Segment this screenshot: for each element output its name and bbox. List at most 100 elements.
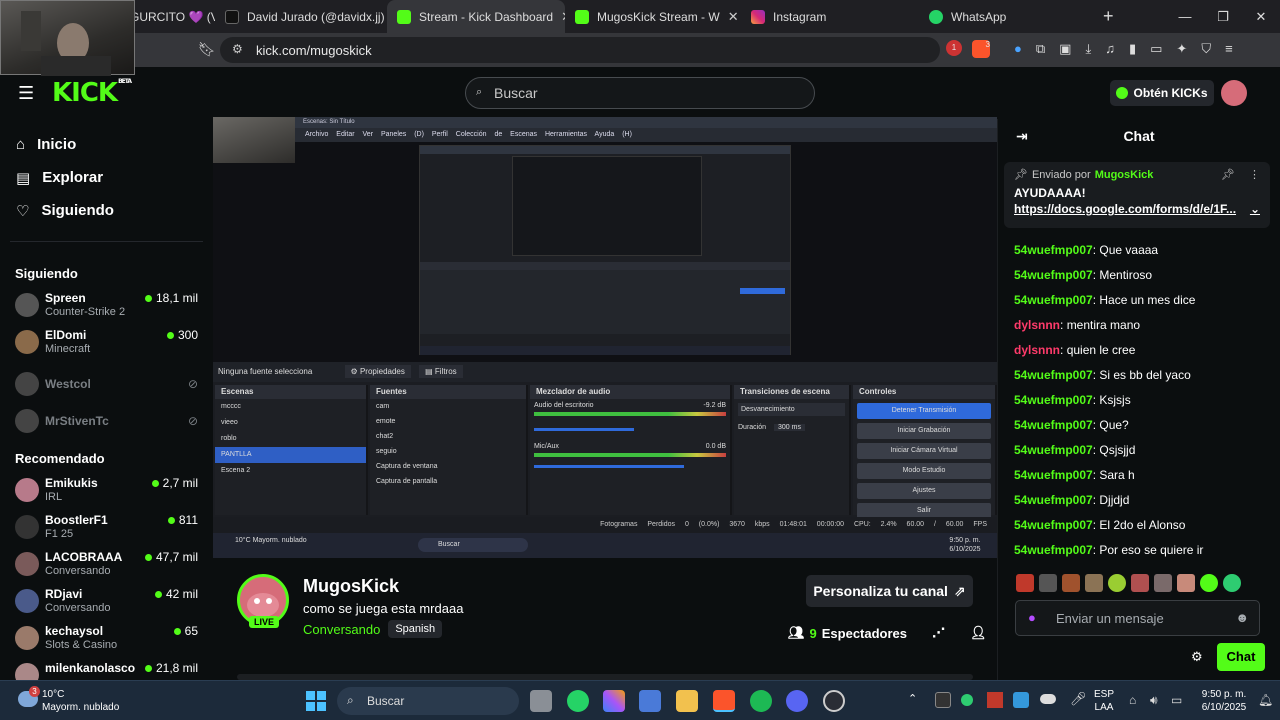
task-view-icon[interactable] xyxy=(530,690,552,712)
category-link[interactable]: Conversando xyxy=(303,622,380,637)
sidebar-channel-mrstiventc[interactable]: MrStivenTc ⊘ xyxy=(0,402,213,439)
discord-icon[interactable] xyxy=(786,690,808,712)
whatsapp-icon[interactable] xyxy=(567,690,589,712)
spotify-icon[interactable] xyxy=(750,690,772,712)
vpn-icon[interactable]: ● xyxy=(1014,41,1022,57)
emote-icon[interactable] xyxy=(1154,574,1172,592)
language-indicator[interactable]: ESP LAA xyxy=(1094,688,1114,714)
brave-browser-icon[interactable] xyxy=(713,690,735,712)
minimize-icon[interactable]: — xyxy=(1166,0,1204,33)
follow-user-icon[interactable]: 👤︎ xyxy=(970,625,987,641)
maximize-icon[interactable]: ❐ xyxy=(1204,0,1242,33)
chat-username[interactable]: dylsnnn xyxy=(1014,318,1060,332)
kick-logo[interactable]: KICKBETA xyxy=(52,78,132,108)
tab-whatsapp[interactable]: WhatsApp xyxy=(919,0,1097,33)
hamburger-menu-icon[interactable]: ☰ xyxy=(18,83,34,104)
chat-username[interactable]: 54wuefmp007 xyxy=(1014,493,1093,507)
emote-icon[interactable] xyxy=(1039,574,1057,592)
unpin-icon[interactable]: 📌︎ xyxy=(1221,168,1235,181)
onedrive-icon[interactable] xyxy=(1040,694,1056,704)
chat-username[interactable]: 54wuefmp007 xyxy=(1014,243,1093,257)
wifi-icon[interactable]: ⌂ xyxy=(1129,693,1136,707)
sidebar-channel-spreen[interactable]: Spreen Counter-Strike 2 18,1 mil xyxy=(0,291,213,328)
taskbar-search[interactable]: ⌕ Buscar xyxy=(337,687,519,715)
tab-kick-dashboard[interactable]: Stream - Kick Dashboard✕ xyxy=(387,0,565,33)
chat-username[interactable]: 54wuefmp007 xyxy=(1014,393,1093,407)
weather-widget[interactable]: 10°C Mayorm. nublado xyxy=(16,688,119,714)
tray-app-icon[interactable] xyxy=(987,692,1003,708)
windows-start-icon[interactable] xyxy=(306,691,326,711)
menu-icon[interactable]: ≡ xyxy=(1225,41,1233,57)
bookmark-icon[interactable]: 🔖︎ xyxy=(198,41,216,58)
customize-channel-button[interactable]: Personaliza tu canal ⇗ xyxy=(806,575,973,607)
volume-icon[interactable]: 🔊︎ xyxy=(1150,693,1158,708)
close-window-icon[interactable]: ✕ xyxy=(1242,0,1280,33)
copilot-icon[interactable] xyxy=(603,690,625,712)
get-kicks-button[interactable]: Obtén KICKs xyxy=(1110,80,1214,106)
brave-shields-icon[interactable]: 3 xyxy=(972,40,990,58)
more-options-icon[interactable]: ⋮ xyxy=(1249,168,1260,181)
user-avatar[interactable] xyxy=(1221,80,1247,106)
sidebar-icon[interactable]: ▮ xyxy=(1129,41,1136,57)
emote-icon[interactable] xyxy=(1062,574,1080,592)
store-icon[interactable] xyxy=(639,690,661,712)
notifications-icon[interactable]: 🔔︎ xyxy=(1258,693,1273,707)
leo-icon[interactable]: ✦ xyxy=(1176,41,1187,57)
nav-inicio[interactable]: ⌂ Inicio xyxy=(0,128,213,161)
file-explorer-icon[interactable] xyxy=(676,690,698,712)
obs-icon[interactable] xyxy=(823,690,845,712)
emote-icon[interactable] xyxy=(1016,574,1034,592)
chat-input[interactable]: ● Enviar un mensaje ☻ xyxy=(1015,600,1260,636)
sidebar-channel-boostlerf1[interactable]: BoostlerF1 F1 25 811 xyxy=(0,513,213,550)
sidebar-channel-eldomi[interactable]: ElDomi Minecraft 300 xyxy=(0,328,213,365)
nav-siguiendo[interactable]: ♡ Siguiendo xyxy=(0,194,213,227)
chat-username[interactable]: dylsnnn xyxy=(1014,343,1060,357)
sidebar-channel-westcol[interactable]: Westcol ⊘ xyxy=(0,365,213,402)
chat-username[interactable]: 54wuefmp007 xyxy=(1014,418,1093,432)
chat-username[interactable]: 54wuefmp007 xyxy=(1014,443,1093,457)
shield-icon[interactable]: ⛉ xyxy=(1201,41,1211,57)
nav-explorar[interactable]: ▤ Explorar xyxy=(0,161,213,194)
defender-icon[interactable] xyxy=(1013,692,1029,708)
emote-icon[interactable] xyxy=(1200,574,1218,592)
clock[interactable]: 9:50 p. m. 6/10/2025 xyxy=(1196,688,1252,714)
chat-settings-icon[interactable]: ⚙ xyxy=(1191,649,1203,665)
battery-icon[interactable]: ▭ xyxy=(1171,693,1182,707)
tab-mugoskick[interactable]: MugosKick Stream - W ✕ xyxy=(565,0,741,33)
channel-name[interactable]: MugosKick xyxy=(303,576,399,597)
chevron-down-icon[interactable]: ⌄ xyxy=(1250,202,1260,216)
media-icon[interactable]: ♫ xyxy=(1105,41,1115,57)
chat-username[interactable]: 54wuefmp007 xyxy=(1014,368,1093,382)
site-info-icon[interactable]: ⚙ xyxy=(232,42,243,56)
tab-tiktok[interactable]: David Jurado (@davidx.jj) | TikT xyxy=(215,0,387,33)
chat-username[interactable]: 54wuefmp007 xyxy=(1014,518,1093,532)
tab-instagram[interactable]: Instagram xyxy=(741,0,919,33)
tray-status-icon[interactable] xyxy=(961,694,973,706)
close-tab-icon[interactable]: ✕ xyxy=(728,9,739,25)
url-field[interactable]: ⚙ kick.com/mugoskick 3 1 xyxy=(220,37,990,63)
chat-send-button[interactable]: Chat xyxy=(1217,643,1265,671)
chat-username[interactable]: 54wuefmp007 xyxy=(1014,293,1093,307)
emoji-icon[interactable]: ☻ xyxy=(1235,610,1249,625)
emote-icon[interactable] xyxy=(1177,574,1195,592)
tray-chevron-icon[interactable]: ⌃ xyxy=(908,693,917,706)
collapse-chat-icon[interactable]: ⇥ xyxy=(1016,119,1028,153)
language-tag[interactable]: Spanish xyxy=(388,620,443,638)
sidebar-channel-rdjavi[interactable]: RDjavi Conversando 42 mil xyxy=(0,587,213,624)
sidebar-channel-lacobraaa[interactable]: LACOBRAAA Conversando 47,7 mil xyxy=(0,550,213,587)
search-input[interactable]: ⌕ Buscar xyxy=(465,77,815,109)
emote-icon[interactable] xyxy=(1223,574,1241,592)
downloads-icon[interactable]: ⤓ xyxy=(1085,41,1091,57)
pinned-link[interactable]: https://docs.google.com/forms/d/e/1F... xyxy=(1014,202,1236,216)
wallet-icon[interactable]: ▭ xyxy=(1150,41,1162,57)
new-tab-icon[interactable]: + xyxy=(1103,6,1114,27)
mic-icon[interactable]: 🎤︎ xyxy=(1070,691,1087,707)
emote-icon[interactable] xyxy=(1108,574,1126,592)
sidebar-channel-kechaysol[interactable]: kechaysol Slots & Casino 65 xyxy=(0,624,213,661)
microphone-icon[interactable]: ● xyxy=(1028,610,1036,625)
video-player[interactable]: Escenas: Sin Título Archivo Editar Ver P… xyxy=(213,117,997,558)
chat-username[interactable]: 54wuefmp007 xyxy=(1014,268,1093,282)
sidebar-channel-emikukis[interactable]: Emikukis IRL 2,7 mil xyxy=(0,476,213,513)
chat-username[interactable]: 54wuefmp007 xyxy=(1014,543,1093,557)
tray-app-icon[interactable] xyxy=(935,692,951,708)
